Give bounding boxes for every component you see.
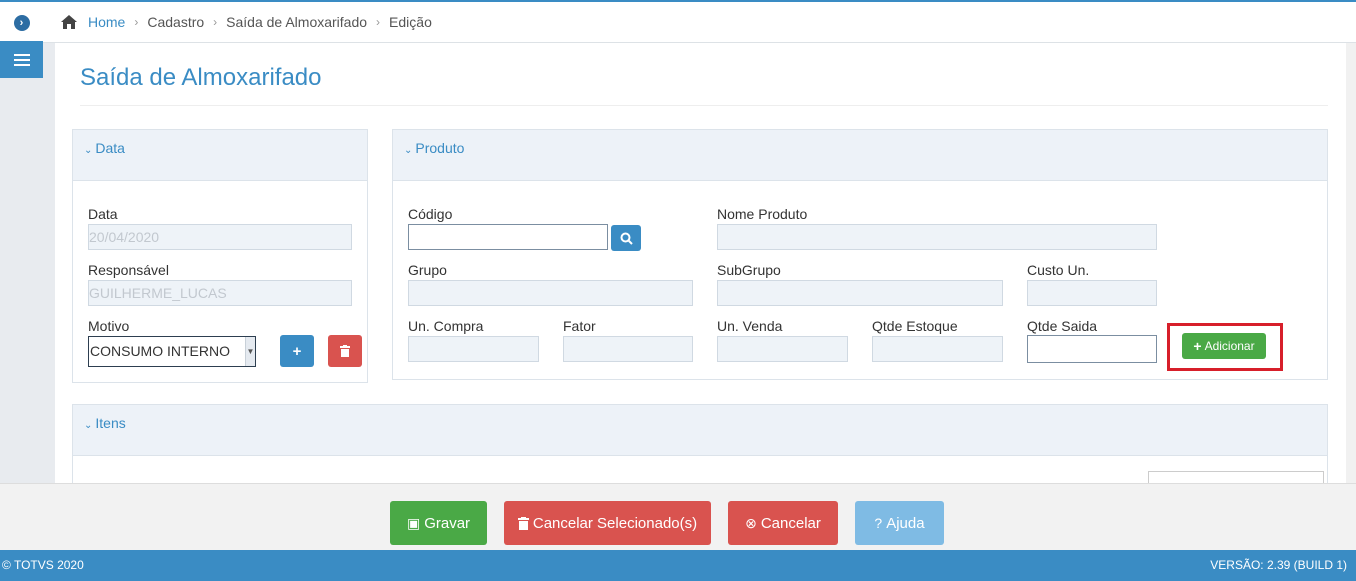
- fator-field: [563, 336, 693, 362]
- action-bar: ▣ Gravar Cancelar Selecionado(s) ⊗ Cancela…: [0, 483, 1356, 550]
- copyright-text: © TOTVS 2020: [2, 558, 84, 572]
- fator-label: Fator: [563, 318, 596, 334]
- motivo-label: Motivo: [88, 318, 130, 334]
- itens-search-input[interactable]: [1148, 471, 1324, 483]
- breadcrumb-item-saida[interactable]: Saída de Almoxarifado: [226, 14, 367, 30]
- produto-panel-header[interactable]: ⌄ Produto: [393, 130, 1327, 181]
- custo-un-label: Custo Un.: [1027, 262, 1090, 278]
- cancelar-selecionados-button[interactable]: Cancelar Selecionado(s): [504, 501, 711, 545]
- breadcrumb-separator: ›: [376, 15, 381, 29]
- motivo-select[interactable]: CONSUMO INTERNO ▼: [88, 336, 256, 367]
- question-circle-icon: ?: [874, 515, 883, 531]
- breadcrumb-separator: ›: [213, 15, 218, 29]
- un-compra-label: Un. Compra: [408, 318, 484, 334]
- responsavel-label: Responsável: [88, 262, 169, 278]
- data-panel-header[interactable]: ⌄ Data: [73, 130, 367, 181]
- qtde-estoque-label: Qtde Estoque: [872, 318, 958, 334]
- add-motivo-button[interactable]: +: [280, 335, 314, 367]
- dropdown-arrow-icon[interactable]: ▼: [245, 337, 255, 366]
- gravar-button[interactable]: ▣ Gravar: [390, 501, 487, 545]
- vertical-scrollbar[interactable]: [1346, 43, 1356, 483]
- qtde-estoque-field: [872, 336, 1003, 362]
- breadcrumb-item-edicao: Edição: [389, 14, 432, 30]
- responsavel-field: GUILHERME_LUCAS: [88, 280, 352, 306]
- breadcrumb-home-link[interactable]: Home: [88, 14, 125, 30]
- subgrupo-field: [717, 280, 1003, 306]
- grupo-label: Grupo: [408, 262, 447, 278]
- chevron-down-icon: ⌄: [404, 145, 413, 156]
- search-codigo-button[interactable]: [611, 225, 641, 251]
- breadcrumb-item-cadastro[interactable]: Cadastro: [147, 14, 204, 30]
- top-bar: › Home › Cadastro › Saída de Almoxarifad…: [0, 0, 1356, 43]
- trash-icon: [517, 516, 529, 530]
- main-content: Saída de Almoxarifado ⌄ Data Data 20/04/2…: [55, 43, 1346, 494]
- un-venda-field: [717, 336, 848, 362]
- trash-icon: [340, 345, 350, 357]
- codigo-label: Código: [408, 206, 453, 222]
- itens-panel-header[interactable]: ⌄ Itens: [73, 405, 1327, 456]
- ajuda-button[interactable]: ? Ajuda: [855, 501, 944, 545]
- main-menu-button[interactable]: [0, 41, 43, 78]
- times-circle-icon: ⊗: [745, 514, 757, 531]
- motivo-select-value: CONSUMO INTERNO: [90, 343, 230, 359]
- chevron-down-icon: ⌄: [84, 420, 93, 431]
- adicionar-button[interactable]: + Adicionar: [1182, 333, 1266, 359]
- data-field: 20/04/2020: [88, 224, 352, 250]
- home-icon: [61, 15, 77, 29]
- qtde-saida-input[interactable]: [1027, 335, 1157, 363]
- save-icon: ▣: [406, 514, 421, 531]
- chevron-right-circle-icon: ›: [13, 14, 30, 31]
- search-icon: [620, 232, 633, 245]
- hamburger-menu-icon: [13, 53, 30, 66]
- nome-produto-label: Nome Produto: [717, 206, 808, 222]
- nome-produto-field: [717, 224, 1157, 250]
- plus-icon: +: [292, 342, 302, 360]
- codigo-input[interactable]: [408, 224, 608, 250]
- qtde-saida-label: Qtde Saida: [1027, 318, 1098, 334]
- sidebar-toggle-button[interactable]: ›: [0, 2, 43, 43]
- data-label: Data: [88, 206, 118, 222]
- version-text: VERSÃO: 2.39 (BUILD 1): [1210, 558, 1347, 572]
- title-divider: [80, 105, 1328, 106]
- plus-icon: +: [1193, 338, 1202, 354]
- itens-panel: ⌄ Itens: [72, 404, 1328, 494]
- page-title: Saída de Almoxarifado: [80, 64, 322, 91]
- delete-motivo-button[interactable]: [328, 335, 362, 367]
- cancelar-button[interactable]: ⊗ Cancelar: [728, 501, 838, 545]
- un-compra-field: [408, 336, 539, 362]
- grupo-field: [408, 280, 693, 306]
- custo-un-field: [1027, 280, 1157, 306]
- un-venda-label: Un. Venda: [717, 318, 783, 334]
- breadcrumb: Home › Cadastro › Saída de Almoxarifado …: [60, 14, 432, 30]
- breadcrumb-separator: ›: [134, 15, 139, 29]
- subgrupo-label: SubGrupo: [717, 262, 781, 278]
- chevron-down-icon: ⌄: [84, 145, 93, 156]
- status-bar: © TOTVS 2020 VERSÃO: 2.39 (BUILD 1): [0, 550, 1356, 581]
